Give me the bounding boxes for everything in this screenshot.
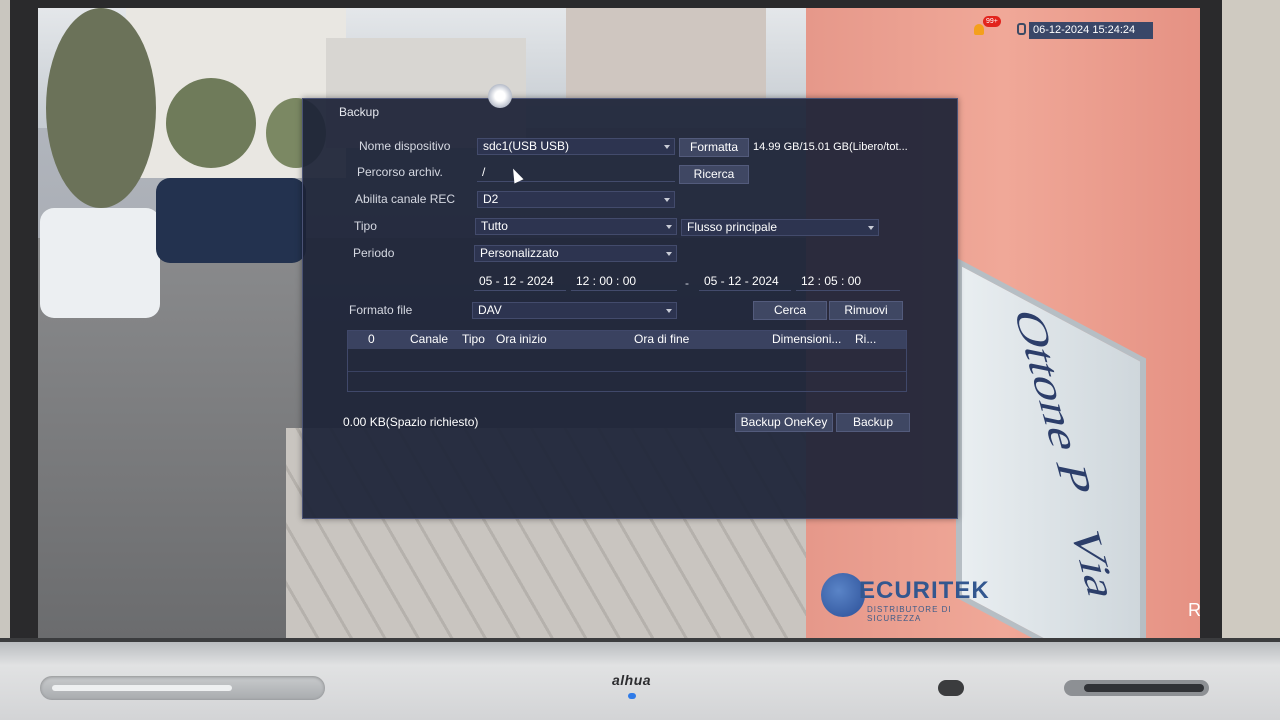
- tv-monitor: Ottone P Via ECURITEK DISTRIBUTORE DI SI…: [0, 0, 1280, 720]
- chevron-down-icon: [666, 309, 672, 313]
- system-datetime: 06-12-2024 15:24:24: [1029, 22, 1153, 39]
- table-divider: [348, 371, 906, 372]
- stream-value: Flusso principale: [687, 220, 778, 234]
- backup-button[interactable]: Backup: [836, 413, 910, 432]
- speaker-grille: [40, 676, 325, 700]
- storage-space-info: 14.99 GB/15.01 GB(Libero/tot...: [753, 141, 908, 153]
- device-select[interactable]: sdc1(USB USB): [477, 138, 675, 155]
- monitor-bezel: alhua: [0, 638, 1280, 720]
- period-value: Personalizzato: [480, 246, 559, 260]
- end-time-field[interactable]: 12 : 05 : 00: [796, 274, 900, 291]
- bell-icon[interactable]: [974, 24, 984, 35]
- rec-channel-value: D2: [483, 192, 499, 206]
- range-separator: -: [685, 276, 689, 290]
- plaque-text-2: Via: [1059, 522, 1128, 604]
- start-time-field[interactable]: 12 : 00 : 00: [571, 274, 677, 291]
- brand-logo: alhua: [612, 672, 652, 688]
- table-header: 0 Canale Tipo Ora inizio Ora di fine Dim…: [348, 331, 906, 349]
- search-button[interactable]: Cerca: [753, 301, 827, 320]
- file-format-value: DAV: [478, 303, 502, 317]
- speaker-bar: [1084, 684, 1204, 692]
- securitek-watermark: ECURITEK DISTRIBUTORE DI SICUREZZA: [821, 571, 1001, 623]
- remove-button[interactable]: Rimuovi: [829, 301, 903, 320]
- format-button[interactable]: Formatta: [679, 138, 749, 157]
- col-end-time[interactable]: Ora di fine: [634, 332, 689, 346]
- speaker-grille: [1064, 680, 1209, 696]
- period-label: Periodo: [353, 246, 395, 260]
- logo-word: ECURITEK: [859, 577, 990, 604]
- tree: [166, 78, 256, 168]
- tree: [46, 8, 156, 208]
- start-date-field[interactable]: 05 - 12 - 2024: [474, 274, 566, 291]
- path-field[interactable]: /: [477, 165, 675, 182]
- white-car: [40, 208, 160, 318]
- end-date-field[interactable]: 05 - 12 - 2024: [699, 274, 791, 291]
- backup-dialog: Backup Nome dispositivo sdc1(USB USB) Fo…: [302, 98, 958, 519]
- rec-channel-label: Abilita canale REC: [355, 192, 456, 206]
- file-format-label: Formato file: [349, 303, 413, 317]
- chevron-down-icon: [666, 252, 672, 256]
- logo-subtitle: DISTRIBUTORE DI SICUREZZA: [867, 605, 952, 623]
- notification-badge: 99+: [983, 16, 1001, 27]
- type-label: Tipo: [354, 219, 377, 233]
- mouse-hover-indicator: [488, 84, 512, 108]
- webcam-icon: [938, 680, 964, 696]
- chevron-down-icon: [666, 225, 672, 229]
- col-index[interactable]: 0: [368, 332, 375, 346]
- path-label: Percorso archiv.: [357, 165, 443, 179]
- col-type[interactable]: Tipo: [462, 332, 485, 346]
- plaque-text: Ottone P: [1003, 306, 1103, 498]
- type-value: Tutto: [481, 219, 508, 233]
- period-select[interactable]: Personalizzato: [474, 245, 677, 262]
- power-led: [628, 693, 636, 699]
- col-channel[interactable]: Canale: [410, 332, 448, 346]
- chevron-down-icon: [664, 198, 670, 202]
- chevron-down-icon: [664, 145, 670, 149]
- col-size[interactable]: Dimensioni...: [772, 332, 841, 346]
- stream-select[interactable]: Flusso principale: [681, 219, 879, 236]
- file-format-select[interactable]: DAV: [472, 302, 677, 319]
- monitor-frame-left: [0, 0, 38, 650]
- results-table: 0 Canale Tipo Ora inizio Ora di fine Dim…: [347, 330, 907, 392]
- col-start-time[interactable]: Ora inizio: [496, 332, 547, 346]
- monitor-frame-right: [1200, 0, 1280, 650]
- browse-button[interactable]: Ricerca: [679, 165, 749, 184]
- chevron-down-icon: [868, 226, 874, 230]
- backup-onekey-button[interactable]: Backup OneKey: [735, 413, 833, 432]
- required-space: 0.00 KB(Spazio richiesto): [343, 415, 479, 429]
- lock-icon[interactable]: [1017, 23, 1026, 35]
- blue-car: [156, 178, 306, 263]
- dialog-title: Backup: [339, 105, 380, 119]
- speaker-bar: [52, 685, 232, 691]
- building: [566, 8, 766, 98]
- device-label: Nome dispositivo: [359, 139, 451, 153]
- rec-channel-select[interactable]: D2: [477, 191, 675, 208]
- col-more[interactable]: Ri...: [855, 332, 876, 346]
- type-select[interactable]: Tutto: [475, 218, 677, 235]
- device-select-value: sdc1(USB USB): [483, 139, 570, 153]
